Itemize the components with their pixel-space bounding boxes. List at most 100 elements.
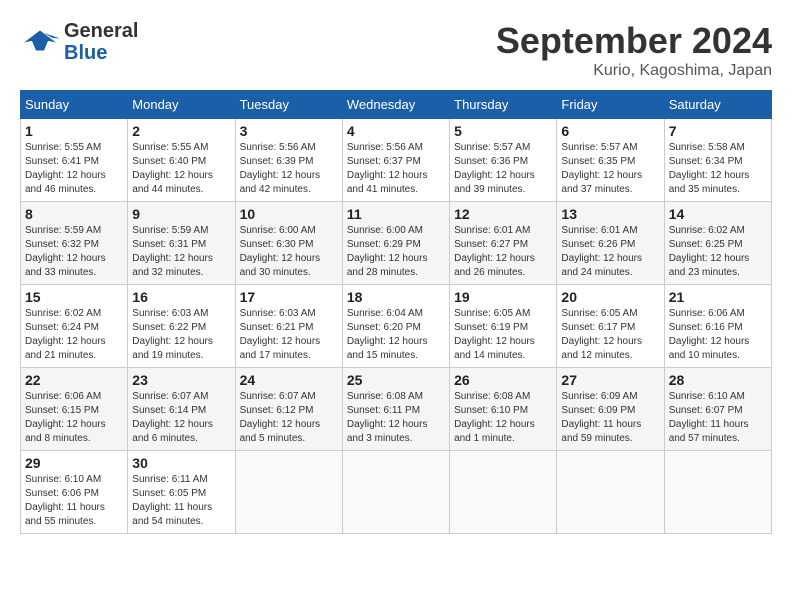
day-info: Sunrise: 6:08 AM Sunset: 6:11 PM Dayligh… <box>347 390 445 446</box>
day-number: 18 <box>347 289 445 305</box>
empty-day-cell <box>450 451 557 534</box>
day-number: 19 <box>454 289 552 305</box>
day-info: Sunrise: 5:55 AM Sunset: 6:40 PM Dayligh… <box>132 141 230 197</box>
day-cell: 28 Sunrise: 6:10 AM Sunset: 6:07 PM Dayl… <box>664 368 771 451</box>
day-cell: 10 Sunrise: 6:00 AM Sunset: 6:30 PM Dayl… <box>235 202 342 285</box>
day-cell: 12 Sunrise: 6:01 AM Sunset: 6:27 PM Dayl… <box>450 202 557 285</box>
day-cell: 18 Sunrise: 6:04 AM Sunset: 6:20 PM Dayl… <box>342 285 449 368</box>
day-info: Sunrise: 6:06 AM Sunset: 6:16 PM Dayligh… <box>669 307 767 363</box>
day-info: Sunrise: 6:01 AM Sunset: 6:26 PM Dayligh… <box>561 224 659 280</box>
day-number: 28 <box>669 372 767 388</box>
day-info: Sunrise: 6:10 AM Sunset: 6:07 PM Dayligh… <box>669 390 767 446</box>
day-number: 27 <box>561 372 659 388</box>
day-cell: 13 Sunrise: 6:01 AM Sunset: 6:26 PM Dayl… <box>557 202 664 285</box>
header-thursday: Thursday <box>450 91 557 119</box>
header-saturday: Saturday <box>664 91 771 119</box>
day-info: Sunrise: 5:59 AM Sunset: 6:31 PM Dayligh… <box>132 224 230 280</box>
day-info: Sunrise: 6:07 AM Sunset: 6:12 PM Dayligh… <box>240 390 338 446</box>
header-friday: Friday <box>557 91 664 119</box>
day-number: 10 <box>240 206 338 222</box>
day-number: 14 <box>669 206 767 222</box>
month-title: September 2024 <box>496 20 772 62</box>
day-number: 22 <box>25 372 123 388</box>
day-number: 15 <box>25 289 123 305</box>
day-number: 25 <box>347 372 445 388</box>
header-wednesday: Wednesday <box>342 91 449 119</box>
day-info: Sunrise: 5:57 AM Sunset: 6:36 PM Dayligh… <box>454 141 552 197</box>
day-info: Sunrise: 6:02 AM Sunset: 6:24 PM Dayligh… <box>25 307 123 363</box>
calendar-week-row: 8 Sunrise: 5:59 AM Sunset: 6:32 PM Dayli… <box>21 202 772 285</box>
day-number: 21 <box>669 289 767 305</box>
day-number: 23 <box>132 372 230 388</box>
day-number: 4 <box>347 123 445 139</box>
day-cell: 17 Sunrise: 6:03 AM Sunset: 6:21 PM Dayl… <box>235 285 342 368</box>
day-info: Sunrise: 5:57 AM Sunset: 6:35 PM Dayligh… <box>561 141 659 197</box>
day-number: 30 <box>132 455 230 471</box>
day-cell: 16 Sunrise: 6:03 AM Sunset: 6:22 PM Dayl… <box>128 285 235 368</box>
day-number: 7 <box>669 123 767 139</box>
day-info: Sunrise: 6:00 AM Sunset: 6:29 PM Dayligh… <box>347 224 445 280</box>
day-cell: 30 Sunrise: 6:11 AM Sunset: 6:05 PM Dayl… <box>128 451 235 534</box>
day-cell: 27 Sunrise: 6:09 AM Sunset: 6:09 PM Dayl… <box>557 368 664 451</box>
day-cell: 21 Sunrise: 6:06 AM Sunset: 6:16 PM Dayl… <box>664 285 771 368</box>
day-cell: 15 Sunrise: 6:02 AM Sunset: 6:24 PM Dayl… <box>21 285 128 368</box>
logo-icon <box>20 25 60 60</box>
header-sunday: Sunday <box>21 91 128 119</box>
day-number: 1 <box>25 123 123 139</box>
day-number: 9 <box>132 206 230 222</box>
location: Kurio, Kagoshima, Japan <box>496 62 772 80</box>
day-info: Sunrise: 6:07 AM Sunset: 6:14 PM Dayligh… <box>132 390 230 446</box>
day-cell: 3 Sunrise: 5:56 AM Sunset: 6:39 PM Dayli… <box>235 119 342 202</box>
day-info: Sunrise: 6:02 AM Sunset: 6:25 PM Dayligh… <box>669 224 767 280</box>
day-info: Sunrise: 6:00 AM Sunset: 6:30 PM Dayligh… <box>240 224 338 280</box>
day-info: Sunrise: 5:58 AM Sunset: 6:34 PM Dayligh… <box>669 141 767 197</box>
day-cell: 19 Sunrise: 6:05 AM Sunset: 6:19 PM Dayl… <box>450 285 557 368</box>
day-info: Sunrise: 6:09 AM Sunset: 6:09 PM Dayligh… <box>561 390 659 446</box>
day-cell: 26 Sunrise: 6:08 AM Sunset: 6:10 PM Dayl… <box>450 368 557 451</box>
day-number: 26 <box>454 372 552 388</box>
day-number: 3 <box>240 123 338 139</box>
day-cell: 9 Sunrise: 5:59 AM Sunset: 6:31 PM Dayli… <box>128 202 235 285</box>
day-cell: 23 Sunrise: 6:07 AM Sunset: 6:14 PM Dayl… <box>128 368 235 451</box>
day-info: Sunrise: 6:05 AM Sunset: 6:17 PM Dayligh… <box>561 307 659 363</box>
day-number: 11 <box>347 206 445 222</box>
day-cell: 11 Sunrise: 6:00 AM Sunset: 6:29 PM Dayl… <box>342 202 449 285</box>
day-info: Sunrise: 6:08 AM Sunset: 6:10 PM Dayligh… <box>454 390 552 446</box>
day-cell: 5 Sunrise: 5:57 AM Sunset: 6:36 PM Dayli… <box>450 119 557 202</box>
day-cell: 4 Sunrise: 5:56 AM Sunset: 6:37 PM Dayli… <box>342 119 449 202</box>
logo-text: General Blue <box>64 20 138 64</box>
day-info: Sunrise: 5:59 AM Sunset: 6:32 PM Dayligh… <box>25 224 123 280</box>
day-cell: 24 Sunrise: 6:07 AM Sunset: 6:12 PM Dayl… <box>235 368 342 451</box>
day-number: 17 <box>240 289 338 305</box>
day-number: 13 <box>561 206 659 222</box>
day-cell: 1 Sunrise: 5:55 AM Sunset: 6:41 PM Dayli… <box>21 119 128 202</box>
empty-day-cell <box>342 451 449 534</box>
header-tuesday: Tuesday <box>235 91 342 119</box>
day-info: Sunrise: 5:56 AM Sunset: 6:37 PM Dayligh… <box>347 141 445 197</box>
day-info: Sunrise: 6:11 AM Sunset: 6:05 PM Dayligh… <box>132 473 230 529</box>
day-cell: 8 Sunrise: 5:59 AM Sunset: 6:32 PM Dayli… <box>21 202 128 285</box>
day-info: Sunrise: 6:01 AM Sunset: 6:27 PM Dayligh… <box>454 224 552 280</box>
header-monday: Monday <box>128 91 235 119</box>
day-number: 8 <box>25 206 123 222</box>
day-info: Sunrise: 6:03 AM Sunset: 6:22 PM Dayligh… <box>132 307 230 363</box>
day-number: 16 <box>132 289 230 305</box>
day-info: Sunrise: 6:10 AM Sunset: 6:06 PM Dayligh… <box>25 473 123 529</box>
day-number: 12 <box>454 206 552 222</box>
day-cell: 14 Sunrise: 6:02 AM Sunset: 6:25 PM Dayl… <box>664 202 771 285</box>
day-number: 29 <box>25 455 123 471</box>
day-cell: 20 Sunrise: 6:05 AM Sunset: 6:17 PM Dayl… <box>557 285 664 368</box>
calendar-week-row: 22 Sunrise: 6:06 AM Sunset: 6:15 PM Dayl… <box>21 368 772 451</box>
day-number: 5 <box>454 123 552 139</box>
calendar-table: Sunday Monday Tuesday Wednesday Thursday… <box>20 90 772 534</box>
day-cell: 22 Sunrise: 6:06 AM Sunset: 6:15 PM Dayl… <box>21 368 128 451</box>
day-number: 6 <box>561 123 659 139</box>
page-header: General Blue September 2024 Kurio, Kagos… <box>20 20 772 80</box>
day-info: Sunrise: 6:05 AM Sunset: 6:19 PM Dayligh… <box>454 307 552 363</box>
empty-day-cell <box>235 451 342 534</box>
calendar-week-row: 15 Sunrise: 6:02 AM Sunset: 6:24 PM Dayl… <box>21 285 772 368</box>
day-info: Sunrise: 6:03 AM Sunset: 6:21 PM Dayligh… <box>240 307 338 363</box>
logo: General Blue <box>20 20 138 64</box>
day-info: Sunrise: 5:55 AM Sunset: 6:41 PM Dayligh… <box>25 141 123 197</box>
empty-day-cell <box>664 451 771 534</box>
